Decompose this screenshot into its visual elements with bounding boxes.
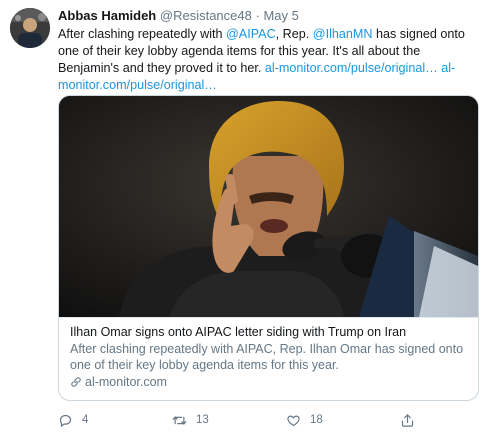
share-button[interactable]	[400, 411, 424, 429]
reply-button[interactable]: 4	[58, 411, 88, 429]
reply-count: 4	[82, 414, 89, 426]
retweet-count: 13	[196, 414, 209, 426]
tweet-link-1[interactable]: al-monitor.com/pulse/original…	[265, 61, 438, 75]
link-icon	[71, 377, 81, 387]
avatar-image	[10, 8, 50, 48]
retweet-button[interactable]: 13	[172, 411, 209, 429]
author-handle[interactable]: @Resistance48	[160, 8, 252, 23]
card-text: Ilhan Omar signs onto AIPAC letter sidin…	[59, 317, 478, 390]
share-icon	[401, 413, 414, 427]
card-domain[interactable]: al-monitor.com	[85, 374, 167, 391]
retweet-icon	[172, 415, 187, 425]
tweet-actions: 4 13 18	[58, 411, 478, 429]
mention-aipac[interactable]: @AIPAC	[226, 27, 276, 41]
link-preview-card[interactable]: Ilhan Omar signs onto AIPAC letter sidin…	[58, 95, 479, 401]
tweet-text-part1: After clashing repeatedly with	[58, 27, 227, 41]
author-name[interactable]: Abbas Hamideh	[58, 8, 156, 23]
card-title[interactable]: Ilhan Omar signs onto AIPAC letter sidin…	[70, 324, 468, 341]
avatar[interactable]	[10, 8, 50, 48]
tweet-text: After clashing repeatedly with @AIPAC, R…	[58, 26, 478, 94]
reply-icon	[59, 414, 72, 427]
tweet-text-part2: , Rep.	[275, 27, 313, 41]
heart-icon	[287, 415, 300, 426]
tweet-header: Abbas Hamideh @Resistance48 · May 5	[58, 8, 299, 24]
like-count: 18	[310, 414, 323, 426]
like-button[interactable]: 18	[286, 411, 323, 429]
mention-ilhan[interactable]: @IlhanMN	[313, 27, 373, 41]
tweet-date[interactable]: May 5	[263, 8, 298, 23]
header-separator: ·	[255, 8, 260, 23]
card-domain-row: al-monitor.com	[70, 374, 468, 391]
card-description: After clashing repeatedly with AIPAC, Re…	[70, 341, 464, 373]
card-image	[59, 96, 478, 317]
tweet[interactable]: Abbas Hamideh @Resistance48 · May 5 Afte…	[0, 0, 488, 437]
